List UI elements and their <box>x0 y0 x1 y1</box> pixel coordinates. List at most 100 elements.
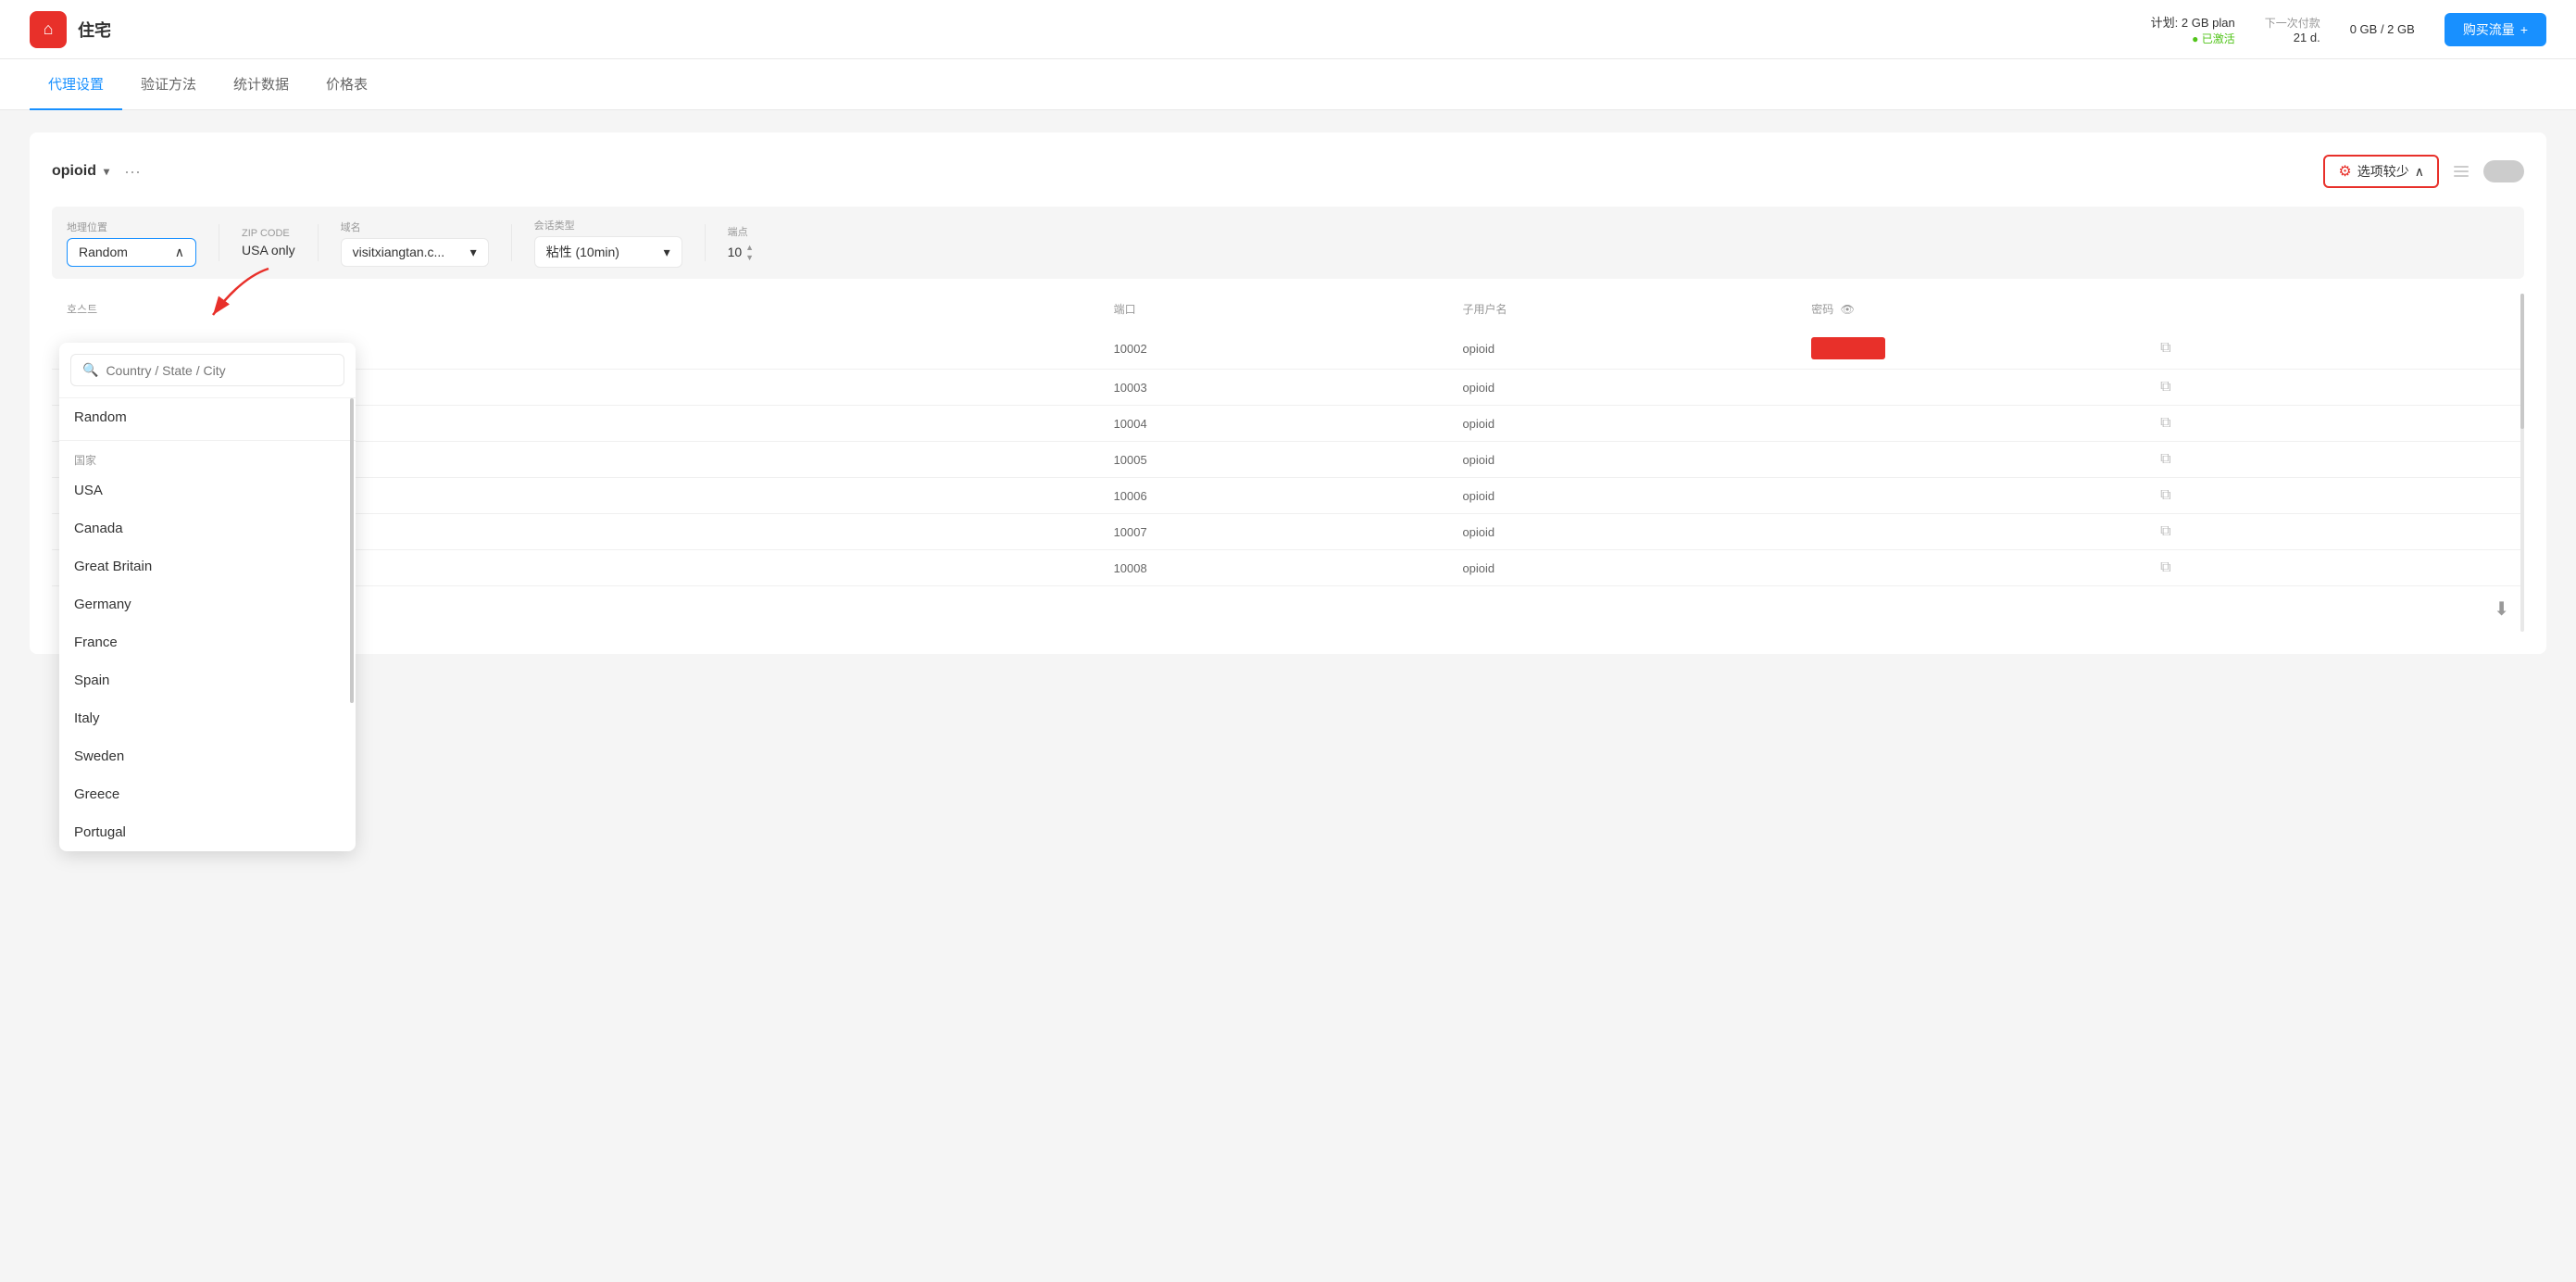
buy-traffic-button[interactable]: 购买流量 + <box>2445 13 2546 46</box>
copy-button[interactable]: ⧉ <box>2160 340 2170 357</box>
dropdown-item-country-1[interactable]: Canada <box>59 509 356 547</box>
th-host: 호스트 <box>67 301 1114 317</box>
password-hidden-block <box>1811 337 1885 359</box>
header: ⌂ 住宅 计划: 2 GB plan 已激活 下一次付款 21 d. 0 GB … <box>0 0 2576 59</box>
dropdown-section-label: 国家 <box>59 445 356 471</box>
table-footer: 端点: 10 ⬇ <box>52 586 2524 632</box>
table-area: 호스트 端口 子用户名 密码 👁 tan.c... 10002 opioid ⧉… <box>52 294 2524 632</box>
country-list: USACanadaGreat BritainGermanyFranceSpain… <box>59 471 356 851</box>
table-row: tan.c... 10003 opioid ⧉ <box>52 370 2524 406</box>
td-copy-action: ⧉ <box>2160 340 2509 357</box>
copy-button[interactable]: ⧉ <box>2160 415 2170 432</box>
filter-divider-3 <box>511 224 512 261</box>
dropdown-item-country-2[interactable]: Great Britain <box>59 547 356 585</box>
header-right: 计划: 2 GB plan 已激活 下一次付款 21 d. 0 GB / 2 G… <box>2151 13 2546 46</box>
th-port: 端口 <box>1114 301 1463 317</box>
filter-divider-2 <box>318 224 319 261</box>
filter-session-chevron-icon: ▾ <box>664 245 670 260</box>
th-username: 子用户名 <box>1462 301 1811 317</box>
proxy-toggle[interactable] <box>2483 160 2524 182</box>
dropdown-search-area: 🔍 <box>59 343 356 398</box>
copy-button[interactable]: ⧉ <box>2160 559 2170 576</box>
td-copy-action: ⧉ <box>2160 559 2509 576</box>
search-input-wrap: 🔍 <box>70 354 344 386</box>
brand-name: 住宅 <box>78 18 111 42</box>
copy-button[interactable]: ⧉ <box>2160 451 2170 468</box>
filter-session-select[interactable]: 粘性 (10min) ▾ <box>534 236 682 268</box>
dropdown-item-country-0[interactable]: USA <box>59 471 356 509</box>
filter-zip-value: USA only <box>242 243 295 258</box>
filter-divider-4 <box>705 224 706 261</box>
td-port: 10005 <box>1114 453 1463 467</box>
dropdown-item-country-8[interactable]: Greece <box>59 775 356 813</box>
table-row: tan.c... 10005 opioid ⧉ <box>52 442 2524 478</box>
plan-info: 计划: 2 GB plan 已激活 <box>2151 13 2235 46</box>
copy-button[interactable]: ⧉ <box>2160 487 2170 504</box>
proxy-card: opioid ▾ ··· ⚙ 选项较少 ∧ <box>30 132 2546 654</box>
filter-geo-chevron-icon: ∧ <box>175 245 184 260</box>
table-row: tan.c... 10002 opioid ⧉ <box>52 328 2524 370</box>
profile-row: opioid ▾ ··· ⚙ 选项较少 ∧ <box>52 155 2524 188</box>
nodes-stepper[interactable]: ▲ ▼ <box>745 243 754 262</box>
search-input[interactable] <box>106 363 332 378</box>
filter-domain-select[interactable]: visitxiangtan.c... ▾ <box>341 238 489 267</box>
th-password: 密码 👁 <box>1811 301 2160 317</box>
less-options-button[interactable]: ⚙ 选项较少 ∧ <box>2323 155 2439 188</box>
filter-session-value: 粘性 (10min) <box>546 243 619 261</box>
td-copy-action: ⧉ <box>2160 523 2509 540</box>
next-payment-label: 下一次付款 <box>2265 15 2320 31</box>
filter-geo-select[interactable]: Random ∧ <box>67 238 196 267</box>
table-row: tan.c... 10007 opioid ⧉ <box>52 514 2524 550</box>
next-payment: 下一次付款 21 d. <box>2265 15 2320 44</box>
filter-session-group: 会话类型 粘性 (10min) ▾ <box>534 218 682 268</box>
plan-status: 已激活 <box>2151 31 2235 46</box>
traffic-info: 0 GB / 2 GB <box>2350 22 2415 36</box>
password-visibility-toggle[interactable]: 👁 <box>1841 303 1855 316</box>
more-options-button[interactable]: ··· <box>124 162 141 182</box>
scrollbar-track <box>2520 294 2524 632</box>
nav-item-pricing[interactable]: 价格表 <box>307 59 386 110</box>
filter-nodes-value: 10 <box>728 245 743 259</box>
dropdown-item-country-7[interactable]: Sweden <box>59 737 356 775</box>
dropdown-item-random[interactable]: Random <box>59 398 356 436</box>
dropdown-item-country-9[interactable]: Portugal <box>59 813 356 851</box>
logo-icon: ⌂ <box>30 11 67 48</box>
td-copy-action: ⧉ <box>2160 487 2509 504</box>
filter-nodes-group: 端点 10 ▲ ▼ <box>728 224 755 262</box>
td-port: 10008 <box>1114 561 1463 575</box>
td-copy-action: ⧉ <box>2160 415 2509 432</box>
profile-chevron-icon[interactable]: ▾ <box>104 165 109 178</box>
td-username: opioid <box>1462 342 1811 356</box>
filter-geo-label: 地理位置 <box>67 220 196 234</box>
td-username: opioid <box>1462 453 1811 467</box>
copy-button[interactable]: ⧉ <box>2160 523 2170 540</box>
chevron-up-icon: ∧ <box>2415 164 2424 180</box>
table-header: 호스트 端口 子用户名 密码 👁 <box>52 294 2524 324</box>
copy-button[interactable]: ⧉ <box>2160 379 2170 396</box>
dropdown-item-country-6[interactable]: Italy <box>59 699 356 737</box>
profile-name-label: opioid <box>52 163 96 180</box>
columns-icon[interactable] <box>2454 166 2469 177</box>
nav-item-stats[interactable]: 统计数据 <box>215 59 307 110</box>
nav: 代理设置 验证方法 统计数据 价格表 <box>0 59 2576 110</box>
download-button[interactable]: ⬇ <box>2494 597 2509 621</box>
gear-icon: ⚙ <box>2338 162 2351 181</box>
plan-title: 计划: 2 GB plan <box>2151 13 2235 31</box>
filter-domain-chevron-icon: ▾ <box>470 245 477 260</box>
filter-domain-label: 域名 <box>341 220 489 234</box>
filter-domain-group: 域名 visitxiangtan.c... ▾ <box>341 220 489 267</box>
td-copy-action: ⧉ <box>2160 379 2509 396</box>
td-password <box>1811 337 2160 359</box>
dropdown-item-country-3[interactable]: Germany <box>59 585 356 623</box>
table-row: tan.c... 10004 opioid ⧉ <box>52 406 2524 442</box>
geo-dropdown: 🔍 Random 国家 USACanadaGreat BritainGerman… <box>59 343 356 851</box>
filter-domain-value: visitxiangtan.c... <box>353 245 445 259</box>
main-content: opioid ▾ ··· ⚙ 选项较少 ∧ <box>0 110 2576 676</box>
nav-item-proxy[interactable]: 代理设置 <box>30 59 122 110</box>
nav-item-auth[interactable]: 验证方法 <box>122 59 215 110</box>
dropdown-item-country-5[interactable]: Spain <box>59 661 356 699</box>
td-port: 10004 <box>1114 417 1463 431</box>
filter-bar: 地理位置 Random ∧ ZIP CODE USA only 域名 visit… <box>52 207 2524 279</box>
td-username: opioid <box>1462 381 1811 395</box>
dropdown-item-country-4[interactable]: France <box>59 623 356 661</box>
